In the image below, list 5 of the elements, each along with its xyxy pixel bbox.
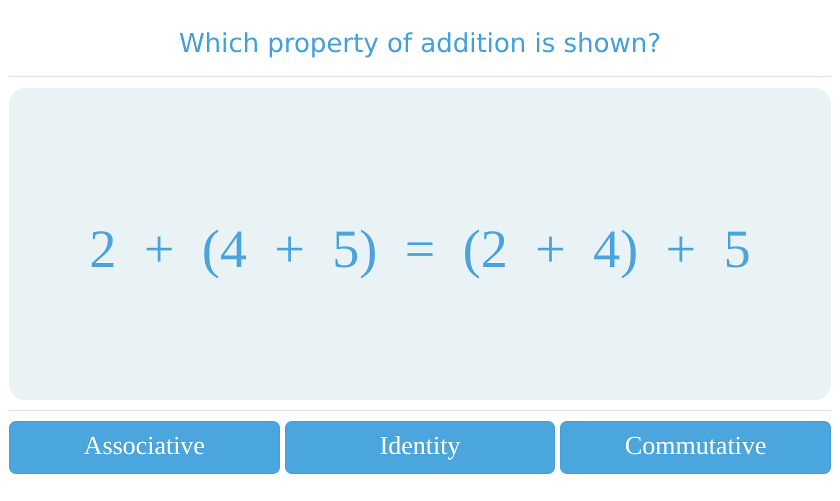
- answer-button[interactable]: Identity: [284, 421, 556, 474]
- answer-button[interactable]: Commutative: [560, 421, 832, 474]
- equation-text: 2 + (4 + 5) = (2 + 4) + 5: [89, 218, 751, 280]
- answer-button[interactable]: Associative: [9, 421, 280, 474]
- question-title: Which property of addition is shown?: [9, 0, 831, 77]
